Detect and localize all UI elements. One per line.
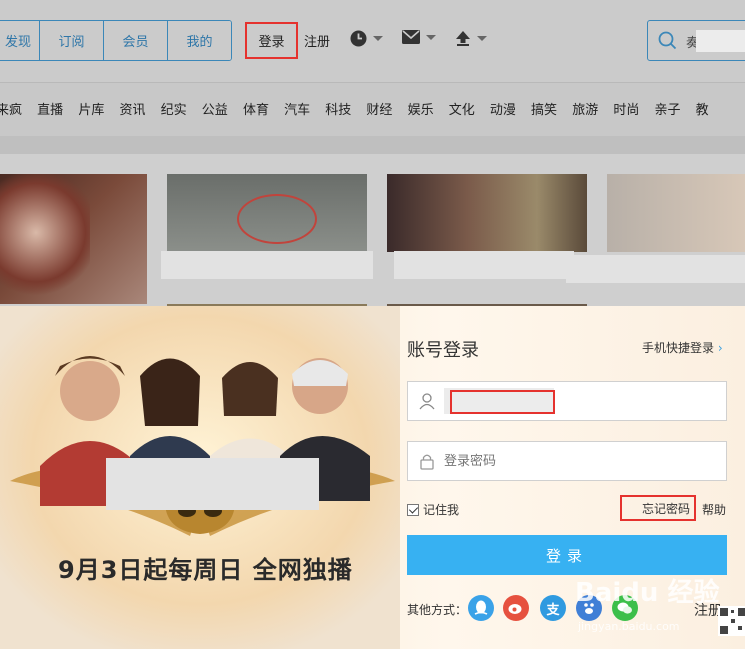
highlight-box: [450, 390, 555, 414]
mail-icon: [402, 30, 420, 44]
category-item[interactable]: 片库: [78, 99, 104, 118]
category-item[interactable]: 搞笑: [531, 99, 557, 118]
top-bar: 发现 订阅 会员 我的 登录 注册 奏: [0, 0, 745, 82]
lock-icon: [420, 454, 434, 470]
history-menu[interactable]: [350, 30, 383, 47]
search-box[interactable]: 奏: [647, 20, 745, 61]
nav-tab-vip[interactable]: 会员: [103, 21, 167, 60]
mobile-login-label: 手机快捷登录: [642, 341, 715, 355]
help-link[interactable]: 帮助: [702, 501, 726, 518]
chevron-down-icon: [426, 34, 436, 40]
video-thumbnail[interactable]: [167, 174, 367, 252]
category-item[interactable]: 体育: [243, 99, 269, 118]
divider-band: [0, 136, 745, 154]
video-thumbnail[interactable]: [0, 174, 147, 304]
other-methods-label: 其他方式：: [407, 603, 468, 617]
remember-checkbox[interactable]: [407, 503, 419, 516]
category-item[interactable]: 科技: [325, 99, 351, 118]
category-item[interactable]: 财经: [366, 99, 392, 118]
category-item[interactable]: 教: [696, 99, 709, 118]
redacted-block: [106, 458, 319, 510]
category-item[interactable]: 资讯: [119, 99, 145, 118]
category-item[interactable]: 来疯: [0, 99, 22, 118]
promo-banner[interactable]: 9月3日起每周日 全网独播: [0, 306, 400, 649]
category-item[interactable]: 文化: [449, 99, 475, 118]
nav-tab-mine[interactable]: 我的: [167, 21, 231, 60]
user-icon: [419, 393, 435, 410]
login-form-title: 账号登录: [407, 340, 479, 361]
category-item[interactable]: 时尚: [613, 99, 639, 118]
video-thumbnail[interactable]: [607, 174, 745, 252]
category-item[interactable]: 直播: [37, 99, 63, 118]
remember-me[interactable]: 记住我: [407, 501, 459, 518]
alipay-icon[interactable]: 支: [540, 595, 566, 621]
nav-tabs: 发现 订阅 会员 我的: [0, 20, 232, 61]
redacted-block: [696, 30, 745, 52]
message-menu[interactable]: [402, 30, 436, 44]
redacted-block: [566, 255, 745, 283]
header-login-link[interactable]: 登录: [245, 22, 298, 59]
header-register-link[interactable]: 注册: [304, 31, 330, 50]
category-item[interactable]: 亲子: [655, 99, 681, 118]
password-input[interactable]: [444, 442, 714, 480]
chevron-down-icon: [373, 36, 383, 41]
forgot-password-link[interactable]: 忘记密码: [620, 495, 696, 521]
redacted-block: [161, 251, 373, 279]
search-icon: [658, 31, 677, 50]
mobile-login-link[interactable]: 手机快捷登录 ›: [642, 339, 723, 356]
video-thumbnail[interactable]: [387, 174, 587, 252]
remember-label: 记住我: [423, 503, 460, 517]
nav-tab-subscribe[interactable]: 订阅: [39, 21, 103, 60]
nav-tab-discover[interactable]: 发现: [0, 21, 39, 60]
login-submit-button[interactable]: 登录: [407, 535, 727, 575]
category-item[interactable]: 动漫: [490, 99, 516, 118]
video-grid: [0, 154, 745, 314]
category-item[interactable]: 公益: [202, 99, 228, 118]
chevron-down-icon: [477, 35, 487, 41]
chevron-right-icon: ›: [714, 341, 723, 355]
qr-code-icon[interactable]: [718, 606, 745, 636]
category-list: 来疯 直播 片库 资讯 纪实 公益 体育 汽车 科技 财经 娱乐 文化 动漫 搞…: [0, 99, 720, 118]
promo-text: 9月3日起每周日 全网独播: [58, 556, 353, 584]
watermark-url: jingyan.baidu.com: [578, 620, 680, 633]
watermark-brand: Baidu 经验: [575, 578, 720, 608]
weibo-icon[interactable]: [503, 595, 529, 621]
username-field[interactable]: [407, 381, 727, 421]
category-item[interactable]: 纪实: [161, 99, 187, 118]
upload-menu[interactable]: [455, 30, 487, 46]
category-item[interactable]: 娱乐: [408, 99, 434, 118]
qq-icon[interactable]: [468, 595, 494, 621]
upload-icon: [456, 31, 470, 46]
category-bar: 来疯 直播 片库 资讯 纪实 公益 体育 汽车 科技 财经 娱乐 文化 动漫 搞…: [0, 82, 745, 136]
category-item[interactable]: 旅游: [572, 99, 598, 118]
clock-icon: [350, 30, 367, 47]
redacted-block: [394, 251, 574, 279]
password-field[interactable]: [407, 441, 727, 481]
category-item[interactable]: 汽车: [284, 99, 310, 118]
